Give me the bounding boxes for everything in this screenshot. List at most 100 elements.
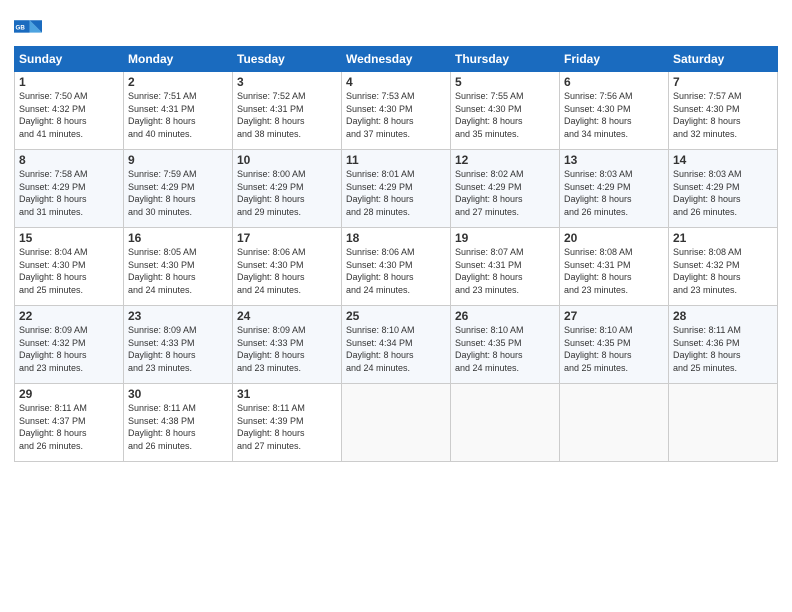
- day-number: 29: [19, 387, 119, 401]
- day-info: Sunrise: 8:05 AM Sunset: 4:30 PM Dayligh…: [128, 246, 228, 296]
- calendar-cell: 29Sunrise: 8:11 AM Sunset: 4:37 PM Dayli…: [15, 384, 124, 462]
- col-header-friday: Friday: [560, 47, 669, 72]
- calendar-cell: 7Sunrise: 7:57 AM Sunset: 4:30 PM Daylig…: [669, 72, 778, 150]
- col-header-saturday: Saturday: [669, 47, 778, 72]
- calendar-cell: 8Sunrise: 7:58 AM Sunset: 4:29 PM Daylig…: [15, 150, 124, 228]
- day-number: 19: [455, 231, 555, 245]
- calendar-cell: 20Sunrise: 8:08 AM Sunset: 4:31 PM Dayli…: [560, 228, 669, 306]
- day-number: 15: [19, 231, 119, 245]
- calendar-cell: 11Sunrise: 8:01 AM Sunset: 4:29 PM Dayli…: [342, 150, 451, 228]
- day-number: 3: [237, 75, 337, 89]
- day-info: Sunrise: 8:01 AM Sunset: 4:29 PM Dayligh…: [346, 168, 446, 218]
- day-number: 6: [564, 75, 664, 89]
- day-number: 12: [455, 153, 555, 167]
- day-info: Sunrise: 7:51 AM Sunset: 4:31 PM Dayligh…: [128, 90, 228, 140]
- calendar-cell: 4Sunrise: 7:53 AM Sunset: 4:30 PM Daylig…: [342, 72, 451, 150]
- week-row-4: 22Sunrise: 8:09 AM Sunset: 4:32 PM Dayli…: [15, 306, 778, 384]
- day-info: Sunrise: 8:09 AM Sunset: 4:32 PM Dayligh…: [19, 324, 119, 374]
- day-info: Sunrise: 8:06 AM Sunset: 4:30 PM Dayligh…: [346, 246, 446, 296]
- calendar-cell: 15Sunrise: 8:04 AM Sunset: 4:30 PM Dayli…: [15, 228, 124, 306]
- day-number: 2: [128, 75, 228, 89]
- day-number: 13: [564, 153, 664, 167]
- calendar-cell: 21Sunrise: 8:08 AM Sunset: 4:32 PM Dayli…: [669, 228, 778, 306]
- calendar-cell: [669, 384, 778, 462]
- calendar-cell: 19Sunrise: 8:07 AM Sunset: 4:31 PM Dayli…: [451, 228, 560, 306]
- week-row-3: 15Sunrise: 8:04 AM Sunset: 4:30 PM Dayli…: [15, 228, 778, 306]
- day-number: 17: [237, 231, 337, 245]
- calendar-cell: 30Sunrise: 8:11 AM Sunset: 4:38 PM Dayli…: [124, 384, 233, 462]
- day-number: 11: [346, 153, 446, 167]
- day-info: Sunrise: 8:10 AM Sunset: 4:35 PM Dayligh…: [564, 324, 664, 374]
- calendar-cell: [560, 384, 669, 462]
- day-number: 27: [564, 309, 664, 323]
- day-info: Sunrise: 8:06 AM Sunset: 4:30 PM Dayligh…: [237, 246, 337, 296]
- calendar-cell: 1Sunrise: 7:50 AM Sunset: 4:32 PM Daylig…: [15, 72, 124, 150]
- calendar-cell: 26Sunrise: 8:10 AM Sunset: 4:35 PM Dayli…: [451, 306, 560, 384]
- calendar-cell: 14Sunrise: 8:03 AM Sunset: 4:29 PM Dayli…: [669, 150, 778, 228]
- calendar-cell: 12Sunrise: 8:02 AM Sunset: 4:29 PM Dayli…: [451, 150, 560, 228]
- day-number: 5: [455, 75, 555, 89]
- day-info: Sunrise: 8:11 AM Sunset: 4:39 PM Dayligh…: [237, 402, 337, 452]
- day-info: Sunrise: 7:59 AM Sunset: 4:29 PM Dayligh…: [128, 168, 228, 218]
- week-row-2: 8Sunrise: 7:58 AM Sunset: 4:29 PM Daylig…: [15, 150, 778, 228]
- calendar-cell: 25Sunrise: 8:10 AM Sunset: 4:34 PM Dayli…: [342, 306, 451, 384]
- day-info: Sunrise: 7:56 AM Sunset: 4:30 PM Dayligh…: [564, 90, 664, 140]
- day-info: Sunrise: 8:02 AM Sunset: 4:29 PM Dayligh…: [455, 168, 555, 218]
- day-number: 31: [237, 387, 337, 401]
- logo-icon: GB: [14, 14, 42, 42]
- col-header-monday: Monday: [124, 47, 233, 72]
- day-info: Sunrise: 8:08 AM Sunset: 4:32 PM Dayligh…: [673, 246, 773, 296]
- col-header-sunday: Sunday: [15, 47, 124, 72]
- day-number: 14: [673, 153, 773, 167]
- col-header-thursday: Thursday: [451, 47, 560, 72]
- calendar-cell: 10Sunrise: 8:00 AM Sunset: 4:29 PM Dayli…: [233, 150, 342, 228]
- calendar-cell: 31Sunrise: 8:11 AM Sunset: 4:39 PM Dayli…: [233, 384, 342, 462]
- calendar-cell: 23Sunrise: 8:09 AM Sunset: 4:33 PM Dayli…: [124, 306, 233, 384]
- header-row: SundayMondayTuesdayWednesdayThursdayFrid…: [15, 47, 778, 72]
- header: GB: [14, 10, 778, 42]
- day-number: 28: [673, 309, 773, 323]
- calendar-cell: 22Sunrise: 8:09 AM Sunset: 4:32 PM Dayli…: [15, 306, 124, 384]
- calendar-cell: 2Sunrise: 7:51 AM Sunset: 4:31 PM Daylig…: [124, 72, 233, 150]
- calendar-cell: 6Sunrise: 7:56 AM Sunset: 4:30 PM Daylig…: [560, 72, 669, 150]
- day-info: Sunrise: 8:07 AM Sunset: 4:31 PM Dayligh…: [455, 246, 555, 296]
- day-number: 23: [128, 309, 228, 323]
- calendar-cell: 9Sunrise: 7:59 AM Sunset: 4:29 PM Daylig…: [124, 150, 233, 228]
- day-info: Sunrise: 8:09 AM Sunset: 4:33 PM Dayligh…: [237, 324, 337, 374]
- calendar-cell: 18Sunrise: 8:06 AM Sunset: 4:30 PM Dayli…: [342, 228, 451, 306]
- day-number: 1: [19, 75, 119, 89]
- day-info: Sunrise: 8:10 AM Sunset: 4:35 PM Dayligh…: [455, 324, 555, 374]
- calendar-cell: 17Sunrise: 8:06 AM Sunset: 4:30 PM Dayli…: [233, 228, 342, 306]
- week-row-5: 29Sunrise: 8:11 AM Sunset: 4:37 PM Dayli…: [15, 384, 778, 462]
- day-number: 4: [346, 75, 446, 89]
- calendar-cell: 3Sunrise: 7:52 AM Sunset: 4:31 PM Daylig…: [233, 72, 342, 150]
- col-header-wednesday: Wednesday: [342, 47, 451, 72]
- page: GB SundayMondayTuesdayWednesdayThursdayF…: [0, 0, 792, 612]
- day-info: Sunrise: 8:03 AM Sunset: 4:29 PM Dayligh…: [673, 168, 773, 218]
- calendar-cell: [342, 384, 451, 462]
- day-info: Sunrise: 7:55 AM Sunset: 4:30 PM Dayligh…: [455, 90, 555, 140]
- calendar-cell: 28Sunrise: 8:11 AM Sunset: 4:36 PM Dayli…: [669, 306, 778, 384]
- day-number: 10: [237, 153, 337, 167]
- day-number: 18: [346, 231, 446, 245]
- logo: GB: [14, 14, 44, 42]
- day-info: Sunrise: 8:10 AM Sunset: 4:34 PM Dayligh…: [346, 324, 446, 374]
- calendar-cell: 5Sunrise: 7:55 AM Sunset: 4:30 PM Daylig…: [451, 72, 560, 150]
- day-number: 9: [128, 153, 228, 167]
- day-info: Sunrise: 7:53 AM Sunset: 4:30 PM Dayligh…: [346, 90, 446, 140]
- day-info: Sunrise: 8:09 AM Sunset: 4:33 PM Dayligh…: [128, 324, 228, 374]
- day-number: 16: [128, 231, 228, 245]
- week-row-1: 1Sunrise: 7:50 AM Sunset: 4:32 PM Daylig…: [15, 72, 778, 150]
- day-number: 22: [19, 309, 119, 323]
- day-info: Sunrise: 8:11 AM Sunset: 4:36 PM Dayligh…: [673, 324, 773, 374]
- day-number: 20: [564, 231, 664, 245]
- day-info: Sunrise: 8:11 AM Sunset: 4:37 PM Dayligh…: [19, 402, 119, 452]
- calendar-cell: 24Sunrise: 8:09 AM Sunset: 4:33 PM Dayli…: [233, 306, 342, 384]
- day-info: Sunrise: 8:00 AM Sunset: 4:29 PM Dayligh…: [237, 168, 337, 218]
- day-info: Sunrise: 7:57 AM Sunset: 4:30 PM Dayligh…: [673, 90, 773, 140]
- col-header-tuesday: Tuesday: [233, 47, 342, 72]
- calendar-table: SundayMondayTuesdayWednesdayThursdayFrid…: [14, 46, 778, 462]
- calendar-cell: [451, 384, 560, 462]
- day-info: Sunrise: 7:58 AM Sunset: 4:29 PM Dayligh…: [19, 168, 119, 218]
- day-number: 30: [128, 387, 228, 401]
